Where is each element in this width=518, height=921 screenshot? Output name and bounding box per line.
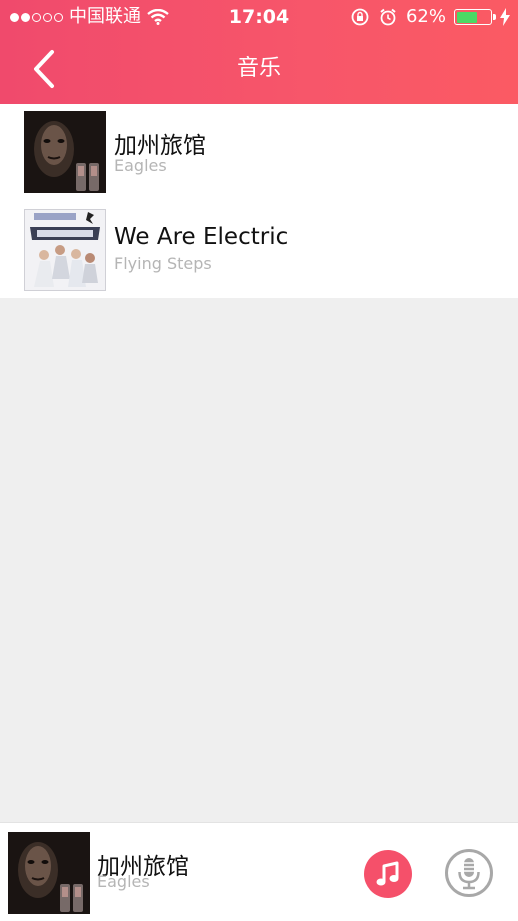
album-cover-image bbox=[24, 111, 106, 193]
music-note-icon bbox=[376, 861, 399, 886]
song-title: 加州旅馆 bbox=[114, 133, 206, 159]
song-list: 加州旅馆 Eagles We Are Electric Flying Steps bbox=[0, 104, 518, 298]
charging-icon bbox=[500, 8, 510, 26]
battery-icon bbox=[454, 9, 496, 25]
music-button[interactable] bbox=[364, 850, 412, 898]
song-artist: Flying Steps bbox=[114, 254, 212, 273]
album-cover-image bbox=[24, 209, 106, 291]
now-playing-artist: Eagles bbox=[97, 872, 150, 891]
page-title: 音乐 bbox=[236, 56, 281, 81]
rotation-lock-icon bbox=[351, 8, 369, 26]
now-playing-bar[interactable]: 加州旅馆 Eagles bbox=[0, 822, 518, 921]
song-row[interactable]: 加州旅馆 Eagles bbox=[0, 104, 518, 200]
microphone-button[interactable] bbox=[444, 848, 494, 898]
battery-percent: 62% bbox=[405, 6, 446, 27]
now-playing-cover bbox=[8, 832, 90, 914]
alarm-icon bbox=[380, 8, 396, 26]
song-artist: Eagles bbox=[114, 156, 167, 175]
header: 中国联通 17:04 62% 音乐 bbox=[0, 0, 518, 104]
status-bar: 中国联通 17:04 62% bbox=[0, 0, 518, 34]
song-row[interactable]: We Are Electric Flying Steps bbox=[0, 202, 518, 298]
song-title: We Are Electric bbox=[114, 224, 289, 250]
